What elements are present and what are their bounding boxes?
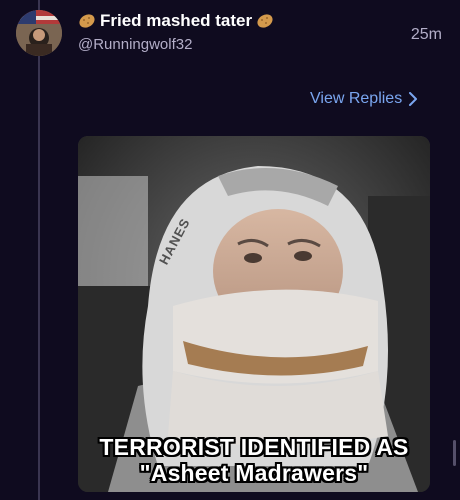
- display-name[interactable]: Fried mashed tater: [100, 10, 252, 32]
- thread-line: [38, 0, 40, 500]
- avatar-image: [16, 10, 62, 56]
- user-handle[interactable]: @Runningwolf32: [78, 36, 446, 53]
- display-name-row[interactable]: Fried mashed tater: [78, 10, 446, 32]
- avatar[interactable]: [16, 10, 62, 56]
- meme-caption-line2: "Asheet Madrawers": [139, 460, 369, 486]
- chevron-right-icon: [409, 92, 418, 106]
- post-timestamp: 25m: [410, 26, 442, 43]
- view-replies-button[interactable]: View Replies: [310, 90, 418, 108]
- potato-icon: [79, 14, 95, 28]
- view-replies-label: View Replies: [310, 90, 403, 107]
- scrollbar[interactable]: [453, 440, 456, 466]
- meme-caption-line1: TERRORIST IDENTIFIED AS: [99, 434, 409, 460]
- potato-icon: [257, 14, 273, 28]
- post-media-image[interactable]: HANES TERRORIST IDENTIFIED AS "Asheet Ma…: [78, 136, 430, 492]
- post-header: Fried mashed tater @Runningwolf32: [78, 10, 446, 60]
